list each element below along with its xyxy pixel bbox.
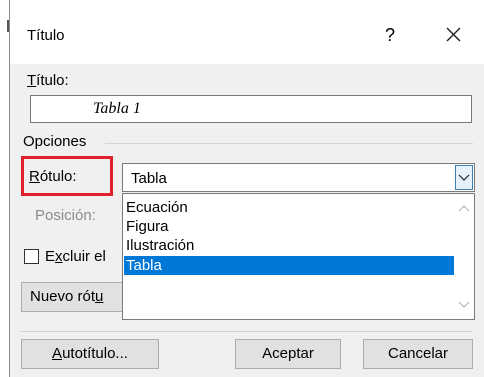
opciones-group-label: Opciones: [23, 133, 87, 150]
close-button[interactable]: [438, 20, 468, 50]
title-bar: Título ?: [10, 0, 484, 64]
footer-separator: [21, 331, 473, 332]
option-tabla[interactable]: Tabla: [124, 256, 454, 275]
help-button[interactable]: ?: [375, 20, 405, 50]
scroll-down-icon[interactable]: [458, 301, 470, 309]
excluir-label[interactable]: Excluir el: [45, 248, 106, 265]
titulo-input[interactable]: Tabla 1: [30, 95, 472, 123]
aceptar-button[interactable]: Aceptar: [235, 339, 341, 369]
rotulo-label: Rótulo:: [29, 168, 77, 185]
dialog-title: Título: [27, 27, 65, 44]
scroll-up-icon[interactable]: [458, 204, 470, 212]
cancelar-button[interactable]: Cancelar: [363, 339, 473, 369]
titulo-label: Título:: [27, 72, 69, 89]
opciones-separator: [105, 143, 473, 144]
chevron-down-icon: [458, 174, 470, 181]
titulo-dialog: Título ? Título: Tabla 1 Opciones Rótulo…: [9, 0, 484, 377]
close-icon: [446, 27, 461, 42]
rotulo-combo[interactable]: Tabla: [122, 163, 475, 192]
posicion-label: Posición:: [35, 207, 96, 224]
option-figura[interactable]: Figura: [124, 217, 454, 236]
excluir-checkbox[interactable]: [24, 249, 39, 264]
list-scrollbar[interactable]: [454, 194, 474, 319]
option-ecuacion[interactable]: Ecuación: [124, 198, 454, 217]
rotulo-selected-value: Tabla: [131, 170, 167, 187]
option-ilustracion[interactable]: Ilustración: [124, 236, 454, 255]
rotulo-dropdown-button[interactable]: [455, 165, 473, 190]
autotitulo-button[interactable]: Autotítulo...: [21, 339, 159, 369]
rotulo-dropdown-list[interactable]: Ecuación Figura Ilustración Tabla: [122, 193, 475, 320]
